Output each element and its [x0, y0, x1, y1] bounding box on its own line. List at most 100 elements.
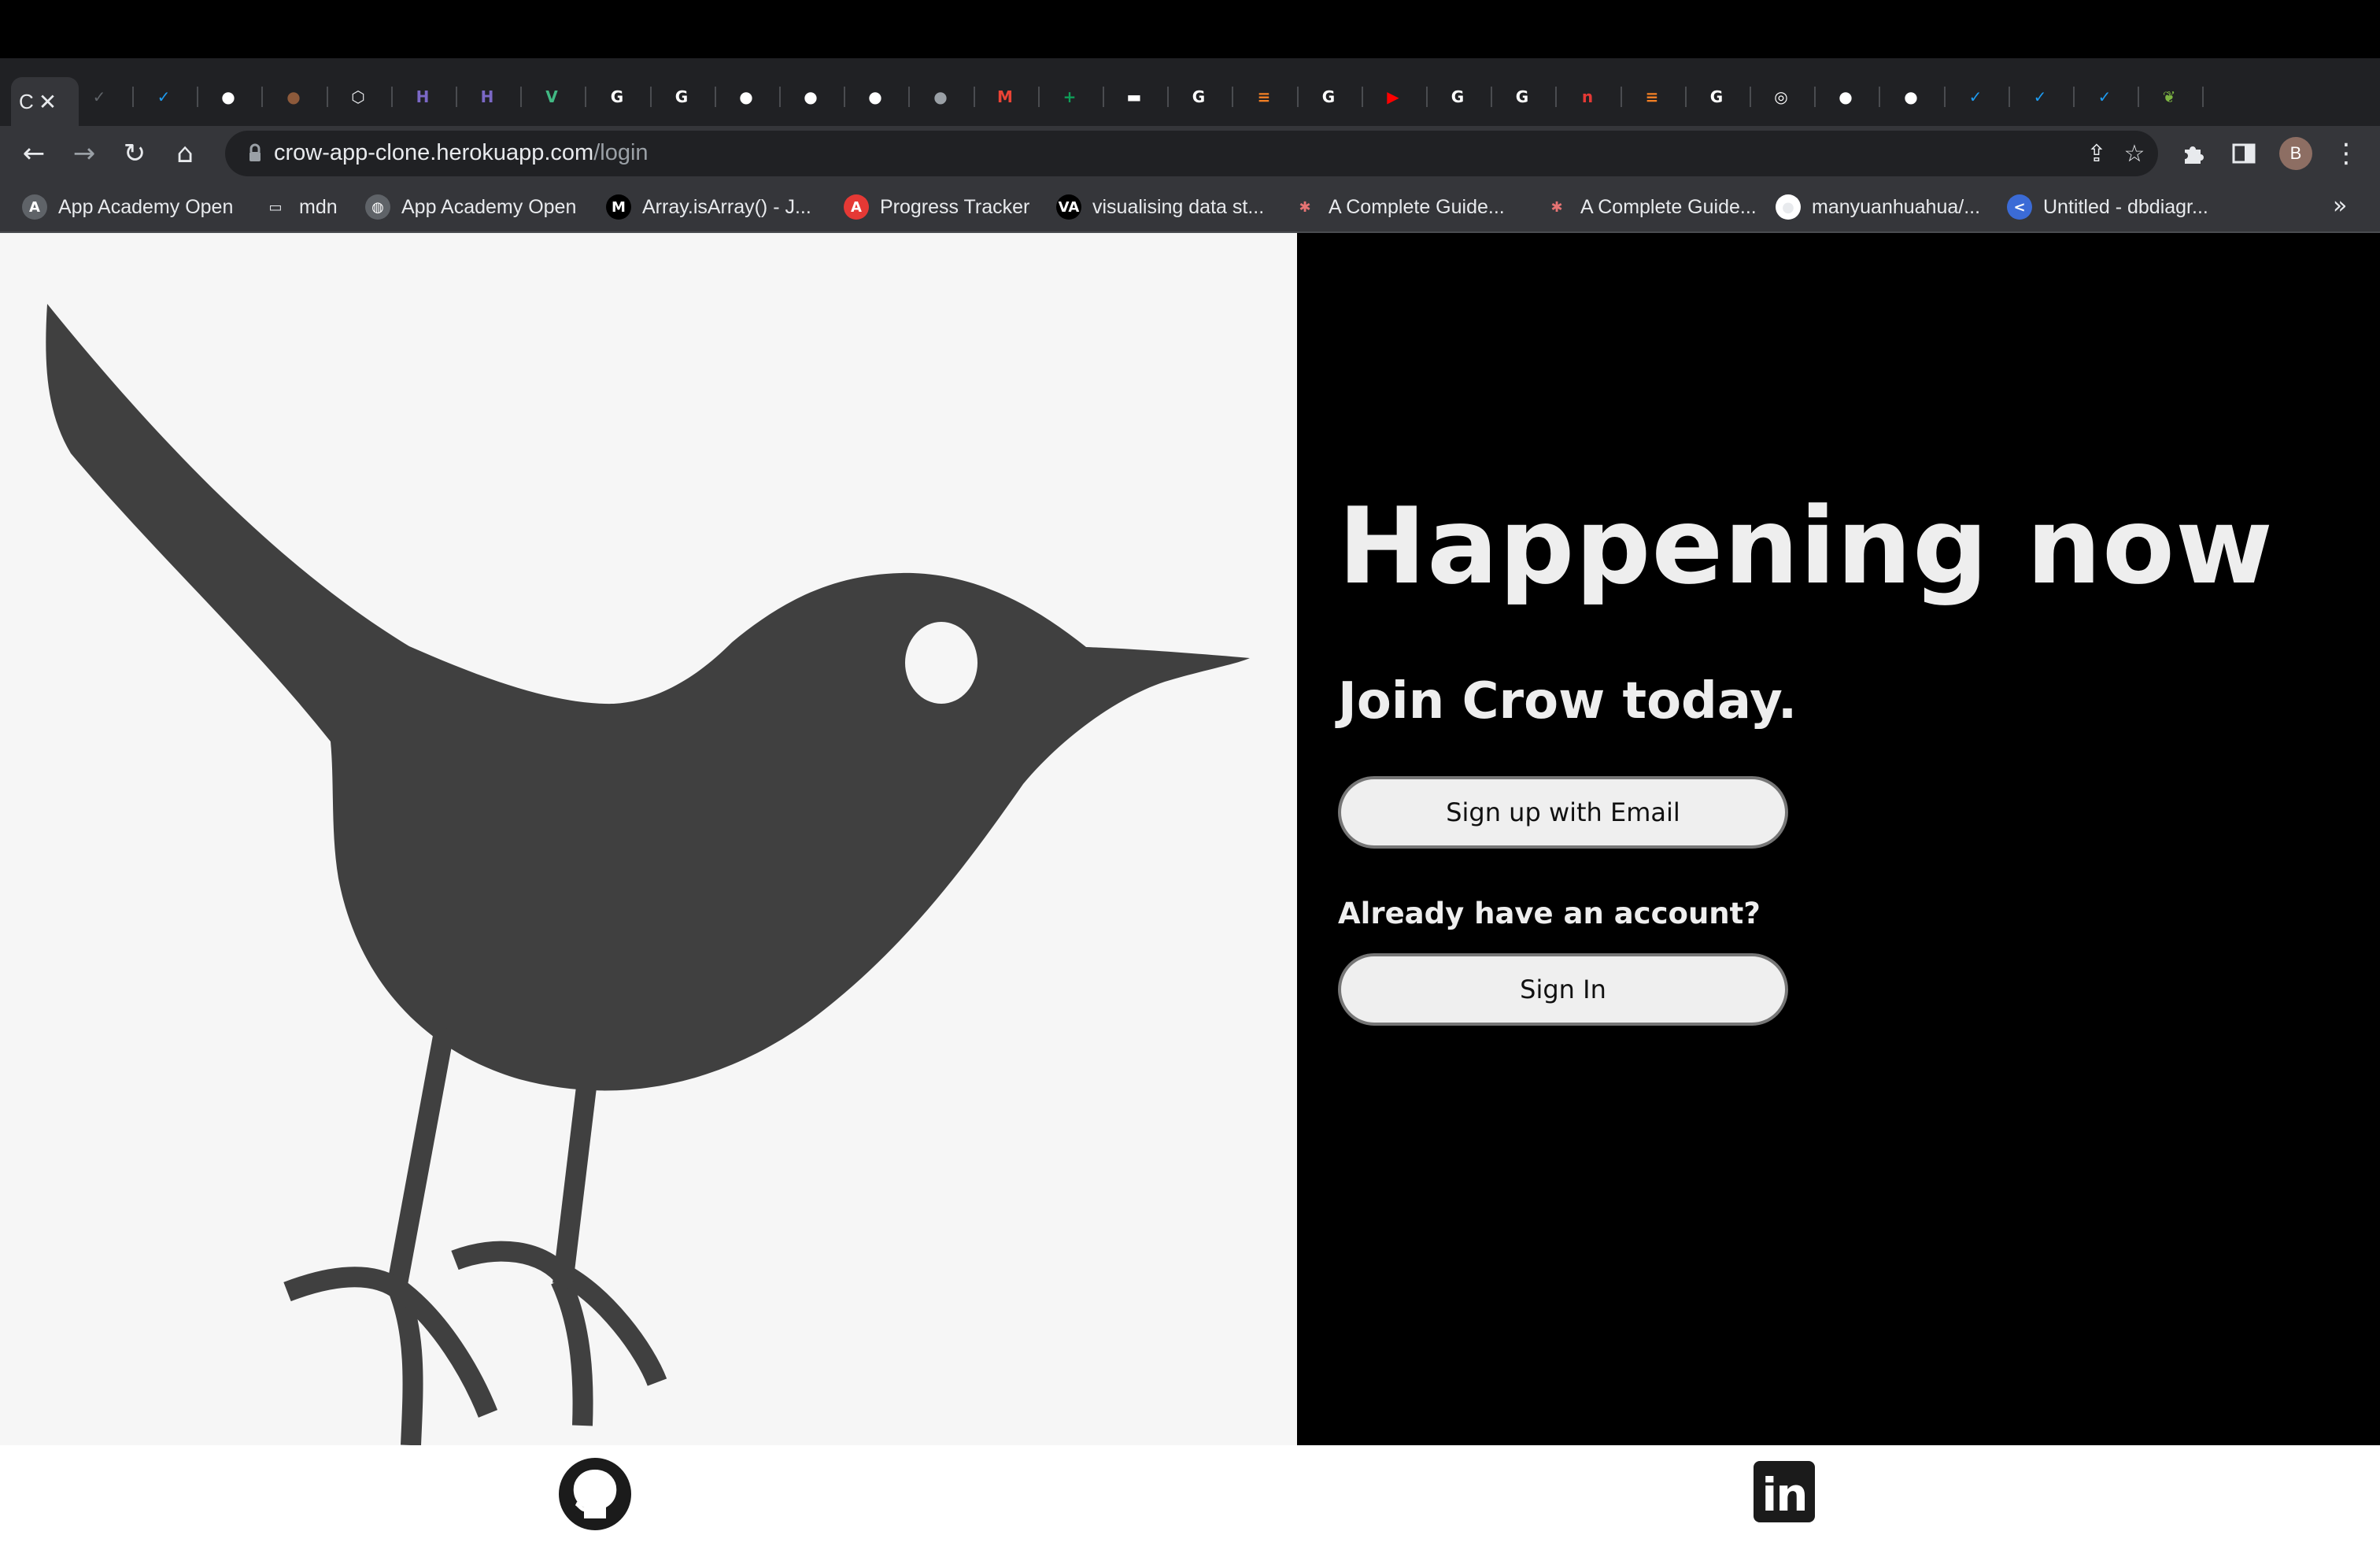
tab-cube[interactable]: ⬡ — [338, 77, 393, 117]
tab-separator — [908, 87, 910, 107]
tab-google[interactable]: G — [1437, 77, 1492, 117]
bookmark-item[interactable]: < Untitled - dbdiagr... — [2007, 192, 2208, 222]
bookmark-item[interactable]: M Array.isArray() - J... — [606, 192, 811, 222]
extensions-puzzle-icon[interactable] — [2174, 134, 2213, 173]
tab-crow[interactable]: ✓ — [79, 77, 134, 117]
tab-separator — [1944, 87, 1946, 107]
bookmark-item[interactable]: A App Academy Open — [22, 192, 233, 222]
tab-github[interactable]: ● — [208, 77, 263, 117]
close-icon[interactable]: ✕ — [39, 89, 57, 115]
github-icon: ● — [1839, 87, 1853, 106]
progress-tracker-icon: A — [844, 194, 869, 220]
tab-leaf[interactable]: ❦ — [2149, 77, 2204, 117]
google-icon: G — [1451, 87, 1465, 106]
address-bar[interactable]: crow-app-clone.herokuapp.com/login ⇪ ☆ — [225, 131, 2158, 176]
tab-stackoverflow[interactable]: ≡ — [1632, 77, 1687, 117]
bookmark-label: manyuanhuahua/... — [1812, 195, 1981, 218]
tab-google[interactable]: G — [1178, 77, 1233, 117]
tab-dictionary[interactable]: ▬ — [1114, 77, 1169, 117]
tab-separator — [1879, 87, 1880, 107]
mdn-icon: M — [606, 194, 631, 220]
tab-github[interactable]: ● — [1825, 77, 1880, 117]
tab-github[interactable]: ● — [1890, 77, 1946, 117]
forward-arrow-icon[interactable]: → — [65, 134, 104, 173]
linkedin-icon-text: in — [1761, 1468, 1808, 1522]
github-icon[interactable] — [559, 1458, 631, 1530]
bookmark-label: A Complete Guide... — [1329, 195, 1505, 218]
signin-button[interactable]: Sign In — [1338, 953, 1788, 1026]
back-arrow-icon[interactable]: ← — [14, 134, 54, 173]
tab-heroku[interactable]: H — [467, 77, 522, 117]
lock-icon[interactable] — [242, 141, 268, 166]
tab-twitter[interactable]: ✓ — [1955, 77, 2010, 117]
tab-twitter[interactable]: ✓ — [2084, 77, 2139, 117]
web-page: Happening now Join Crow today. Sign up w… — [0, 233, 2380, 1546]
tab-avatar-photo[interactable]: ● — [273, 77, 328, 117]
tab-separator — [1103, 87, 1104, 107]
profile-avatar[interactable]: B — [2279, 137, 2312, 170]
bookmark-item[interactable]: ● manyuanhuahua/... — [1776, 192, 1980, 222]
signup-email-button[interactable]: Sign up with Email — [1338, 776, 1788, 849]
leaf-icon: ❦ — [2162, 87, 2176, 106]
bookmark-label: Progress Tracker — [880, 195, 1030, 218]
tab-github[interactable]: ● — [855, 77, 910, 117]
tab-google[interactable]: G — [1502, 77, 1557, 117]
tab-apple[interactable]: ● — [920, 77, 975, 117]
tab-github[interactable]: ● — [726, 77, 781, 117]
kebab-menu-icon[interactable]: ⋮ — [2326, 134, 2366, 173]
google-icon: G — [1709, 87, 1724, 106]
account-question-label: Already have an account? — [1338, 897, 1761, 930]
tab-google[interactable]: G — [1308, 77, 1363, 117]
linkedin-icon[interactable]: in — [1754, 1461, 1815, 1522]
tab-google[interactable]: G — [1696, 77, 1751, 117]
tab-youtube[interactable]: ▶ — [1373, 77, 1428, 117]
tab-gmail[interactable]: M — [985, 77, 1040, 117]
tab-separator — [520, 87, 522, 107]
tab-strip: C ✕ ✓✓●●⬡HHVGG●●●●M+▬G≡G▶GGn≡G◎●●✓✓✓❦ + … — [0, 58, 2380, 172]
tab-twitter[interactable]: ✓ — [2020, 77, 2075, 117]
bookmark-label: A Complete Guide... — [1580, 195, 1757, 218]
browser-toolbar: ← → ↻ ⌂ crow-app-clone.herokuapp.com/log… — [0, 126, 2380, 181]
home-icon[interactable]: ⌂ — [165, 134, 205, 173]
google-icon: G — [1515, 87, 1529, 106]
tab-sheets[interactable]: + — [1049, 77, 1104, 117]
bookmark-item[interactable]: VA visualising data st... — [1056, 192, 1264, 222]
heroku-icon: H — [480, 87, 494, 106]
vue-icon: V — [545, 87, 558, 106]
os-menu-bar — [0, 0, 2380, 58]
tab-google[interactable]: G — [661, 77, 716, 117]
cube-icon: ⬡ — [351, 87, 365, 106]
bookmark-item[interactable]: A Progress Tracker — [844, 192, 1029, 222]
github-icon: ● — [1904, 87, 1918, 106]
tab-heroku[interactable]: H — [402, 77, 457, 117]
tab-active-title: C — [19, 89, 34, 113]
bookmark-item[interactable]: ✱ A Complete Guide... — [1544, 192, 1757, 222]
github-icon: ● — [221, 87, 235, 106]
bookmark-star-icon[interactable]: ☆ — [2119, 138, 2150, 169]
tab-separator — [2009, 87, 2010, 107]
asterisk-icon: ✱ — [1299, 198, 1311, 216]
bookmark-item[interactable]: ▭ mdn — [263, 192, 337, 222]
tab-netlify[interactable]: n — [1567, 77, 1622, 117]
tab-github[interactable]: ● — [790, 77, 845, 117]
bookmark-item[interactable]: ◍ App Academy Open — [365, 192, 576, 222]
tab-google[interactable]: G — [597, 77, 652, 117]
tab-separator — [715, 87, 716, 107]
bookmark-item[interactable]: ✱ A Complete Guide... — [1292, 192, 1505, 222]
side-panel-icon[interactable] — [2224, 134, 2264, 173]
tab-stackoverflow[interactable]: ≡ — [1244, 77, 1299, 117]
dbdiagram-icon: < — [2007, 194, 2032, 220]
gmail-icon: M — [997, 87, 1013, 106]
tab-active[interactable]: C ✕ — [11, 77, 79, 126]
tab-chrome[interactable]: ◎ — [1761, 77, 1816, 117]
tab-separator — [197, 87, 198, 107]
tab-vue[interactable]: V — [531, 77, 586, 117]
youtube-icon: ▶ — [1387, 87, 1399, 106]
tab-twitter[interactable]: ✓ — [143, 77, 198, 117]
bookmarks-overflow-icon[interactable]: » — [2333, 192, 2347, 220]
tab-separator — [1362, 87, 1363, 107]
stackoverflow-icon: ≡ — [1257, 87, 1271, 106]
reload-icon[interactable]: ↻ — [115, 134, 154, 173]
tab-separator — [1038, 87, 1040, 107]
share-icon[interactable]: ⇪ — [2081, 138, 2112, 169]
